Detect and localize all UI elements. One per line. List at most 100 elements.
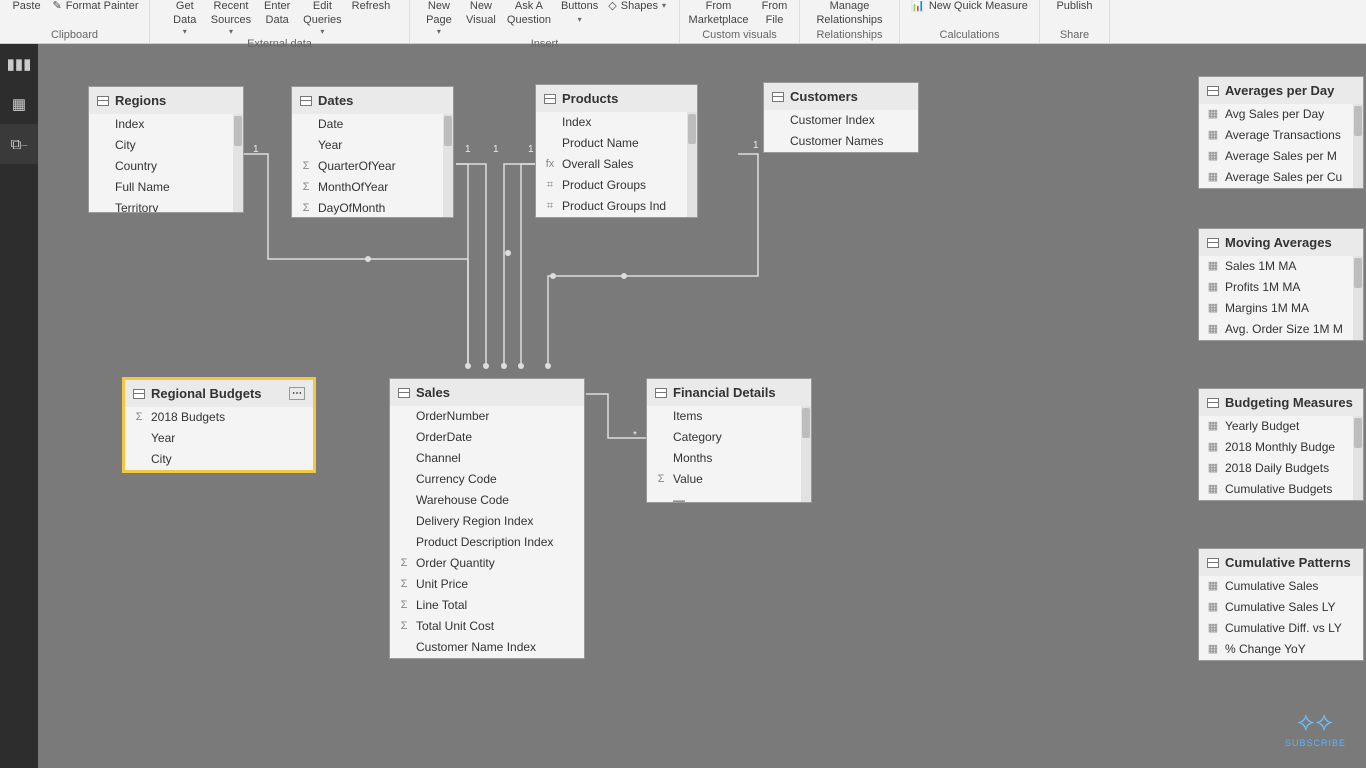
field-row[interactable]: ▦Yearly Budget	[1199, 416, 1363, 437]
from-file-button[interactable]: FromFile	[754, 0, 794, 26]
field-row[interactable]: ΣMonthOfYear	[292, 177, 453, 198]
table-icon	[97, 96, 109, 106]
field-row[interactable]: —	[647, 490, 811, 502]
new-page-button[interactable]: NewPage	[419, 0, 459, 38]
field-row[interactable]: Product Name	[536, 133, 697, 154]
paste-button[interactable]: Paste	[7, 0, 47, 14]
field-name: Value	[673, 472, 703, 486]
field-row[interactable]: fxOverall Sales	[536, 154, 697, 175]
field-row[interactable]: ⌗Product Groups Ind	[536, 196, 697, 217]
field-row[interactable]: Customer Name Index	[390, 637, 584, 658]
field-row[interactable]: Currency Code	[390, 469, 584, 490]
field-row[interactable]: Delivery Region Index	[390, 511, 584, 532]
field-row[interactable]: ▦Avg Sales per Day	[1199, 104, 1363, 125]
format-painter-button[interactable]: ✎Format Painter	[49, 0, 143, 12]
field-row[interactable]: Year	[292, 135, 453, 156]
refresh-button[interactable]: Refresh	[348, 0, 395, 14]
field-name: Avg. Order Size 1M M	[1225, 322, 1343, 336]
field-row[interactable]: Customer Names	[764, 131, 918, 152]
enter-data-button[interactable]: EnterData	[257, 0, 297, 26]
table-averages-per-day[interactable]: Averages per Day ▦Avg Sales per Day▦Aver…	[1198, 76, 1364, 189]
recent-sources-button[interactable]: RecentSources	[207, 0, 255, 38]
table-financial-details[interactable]: Financial Details ItemsCategoryMonthsΣVa…	[646, 378, 812, 503]
field-row[interactable]: ΣLine Total	[390, 595, 584, 616]
field-name: Territory	[115, 201, 158, 212]
field-name: Average Sales per M	[1225, 149, 1337, 163]
shapes-button[interactable]: ◇Shapes	[604, 0, 670, 12]
model-view-icon[interactable]: ⧉⎯	[0, 124, 38, 164]
table-cumulative-patterns[interactable]: Cumulative Patterns ▦Cumulative Sales▦Cu…	[1198, 548, 1364, 661]
from-marketplace-button[interactable]: FromMarketplace	[685, 0, 753, 26]
field-row[interactable]: OrderNumber	[390, 406, 584, 427]
table-regions[interactable]: Regions IndexCityCountryFull NameTerrito…	[88, 86, 244, 213]
field-row[interactable]: Months	[647, 448, 811, 469]
field-row[interactable]: ▦Cumulative Sales LY	[1199, 597, 1363, 618]
field-row[interactable]: ▦Average Sales per Cu	[1199, 167, 1363, 188]
field-row[interactable]: Index	[536, 112, 697, 133]
field-type-icon: ▦	[1207, 482, 1219, 497]
buttons-button[interactable]: Buttons	[557, 0, 602, 26]
field-name: Product Groups Ind	[562, 199, 666, 213]
edit-queries-button[interactable]: EditQueries	[299, 0, 346, 38]
field-row[interactable]: Customer Index	[764, 110, 918, 131]
field-row[interactable]: Items	[647, 406, 811, 427]
field-row[interactable]: Year	[125, 428, 313, 449]
table-budgeting-measures[interactable]: Budgeting Measures ▦Yearly Budget▦2018 M…	[1198, 388, 1364, 501]
field-row[interactable]: ▦Margins 1M MA	[1199, 298, 1363, 319]
table-customers[interactable]: Customers Customer IndexCustomer Names	[763, 82, 919, 153]
report-view-icon[interactable]: ▮▮▮	[0, 44, 38, 84]
cardinality-one: 1	[528, 144, 534, 155]
field-row[interactable]: ⌗Product Groups	[536, 175, 697, 196]
field-name: Overall Sales	[562, 157, 633, 171]
field-row[interactable]: ▦Profits 1M MA	[1199, 277, 1363, 298]
field-row[interactable]: ▦Sales 1M MA	[1199, 256, 1363, 277]
table-sales[interactable]: Sales OrderNumberOrderDateChannelCurrenc…	[389, 378, 585, 659]
field-row[interactable]: ▦Average Sales per M	[1199, 146, 1363, 167]
new-quick-measure-button[interactable]: 📊New Quick Measure	[907, 0, 1032, 12]
field-row[interactable]: ΣTotal Unit Cost	[390, 616, 584, 637]
table-body: IndexProduct NamefxOverall Sales⌗Product…	[536, 112, 697, 217]
field-row[interactable]: Full Name	[89, 177, 243, 198]
field-row[interactable]: ▦Cumulative Budgets	[1199, 479, 1363, 500]
field-row[interactable]: ▦% Change YoY	[1199, 639, 1363, 660]
table-products[interactable]: Products IndexProduct NamefxOverall Sale…	[535, 84, 698, 218]
field-row[interactable]: ΣQuarterOfYear	[292, 156, 453, 177]
field-row[interactable]: ▦Cumulative Diff. vs LY	[1199, 618, 1363, 639]
field-row[interactable]: Territory	[89, 198, 243, 212]
field-row[interactable]: City	[125, 449, 313, 470]
field-type-icon: Σ	[398, 598, 410, 613]
field-row[interactable]: Σ2018 Budgets	[125, 407, 313, 428]
ask-question-button[interactable]: Ask AQuestion	[503, 0, 555, 26]
field-row[interactable]: ΣOrder Quantity	[390, 553, 584, 574]
field-row[interactable]: ▦Avg. Order Size 1M M	[1199, 319, 1363, 340]
cardinality-many: *	[518, 362, 522, 373]
manage-relationships-button[interactable]: ManageRelationships	[812, 0, 886, 26]
contextual-icon[interactable]: ⋯	[289, 387, 305, 400]
field-row[interactable]: ▦2018 Daily Budgets	[1199, 458, 1363, 479]
field-row[interactable]: ▦Average Transactions	[1199, 125, 1363, 146]
field-row[interactable]: Warehouse Code	[390, 490, 584, 511]
field-row[interactable]: ΣUnit Price	[390, 574, 584, 595]
field-name: Date	[318, 117, 343, 131]
field-row[interactable]: OrderDate	[390, 427, 584, 448]
new-visual-button[interactable]: NewVisual	[461, 0, 501, 26]
field-row[interactable]: Product Description Index	[390, 532, 584, 553]
table-moving-averages[interactable]: Moving Averages ▦Sales 1M MA▦Profits 1M …	[1198, 228, 1364, 341]
get-data-button[interactable]: GetGet DataData	[165, 0, 205, 38]
field-row[interactable]: Date	[292, 114, 453, 135]
field-row[interactable]: Channel	[390, 448, 584, 469]
field-row[interactable]: City	[89, 135, 243, 156]
field-row[interactable]: Country	[89, 156, 243, 177]
table-regional-budgets[interactable]: Regional Budgets⋯ Σ2018 BudgetsYearCity	[123, 378, 315, 472]
field-row[interactable]: ▦2018 Monthly Budge	[1199, 437, 1363, 458]
field-row[interactable]: ▦Cumulative Sales	[1199, 576, 1363, 597]
field-row[interactable]: ΣValue	[647, 469, 811, 490]
field-row[interactable]: Index	[89, 114, 243, 135]
relationship-canvas[interactable]: 1 1 1 1 1 * * * * * * Regions IndexCityC…	[38, 44, 1366, 768]
field-row[interactable]: ΣDayOfMonth	[292, 198, 453, 217]
table-dates[interactable]: Dates DateYearΣQuarterOfYearΣMonthOfYear…	[291, 86, 454, 218]
field-name: Product Name	[562, 136, 639, 150]
field-row[interactable]: Category	[647, 427, 811, 448]
publish-button[interactable]: Publish	[1052, 0, 1096, 14]
data-view-icon[interactable]: ▦	[0, 84, 38, 124]
